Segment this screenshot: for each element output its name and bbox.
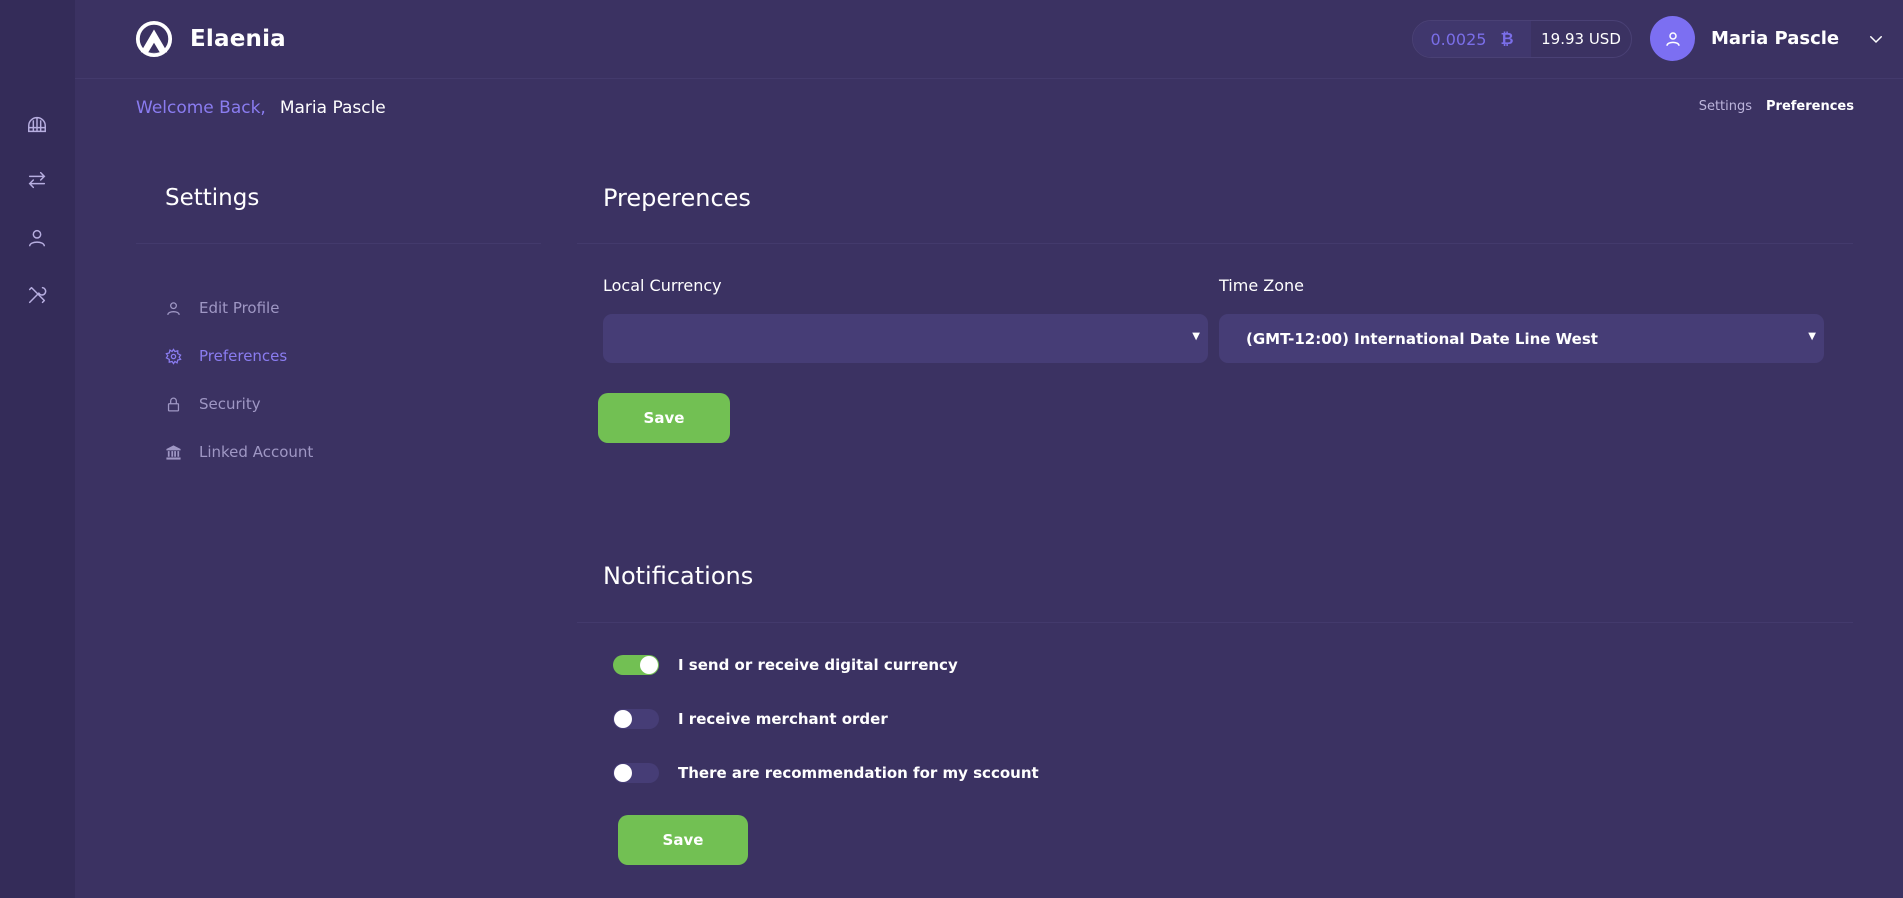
btc-balance: 0.0025 ₿: [1413, 21, 1531, 57]
breadcrumb-settings[interactable]: Settings: [1699, 99, 1752, 114]
caret-down-icon: ▼: [1192, 331, 1200, 342]
local-currency-select[interactable]: ▼: [603, 314, 1208, 363]
preferences-save-button[interactable]: Save: [598, 393, 730, 443]
notifications-save-button[interactable]: Save: [618, 815, 748, 865]
bitcoin-icon: ₿: [1500, 29, 1514, 48]
settings-title: Settings: [165, 185, 260, 211]
time-zone-value: (GMT-12:00) International Date Line West: [1246, 329, 1598, 348]
breadcrumb: Settings Preferences: [1699, 99, 1854, 114]
breadcrumb-preferences: Preferences: [1766, 99, 1854, 114]
notification-row: I receive merchant order: [613, 709, 888, 729]
brand[interactable]: Elaenia: [135, 20, 286, 58]
welcome-label: Welcome Back,: [136, 98, 266, 118]
avatar: [1650, 16, 1695, 61]
menu-item-label: Linked Account: [199, 443, 314, 461]
dashboard-icon[interactable]: [23, 110, 51, 138]
usd-balance: 19.93 USD: [1541, 30, 1621, 48]
notification-row: I send or receive digital currency: [613, 655, 958, 675]
user-name: Maria Pascle: [1711, 28, 1840, 49]
notifications-title: Notifications: [603, 562, 754, 590]
bank-icon: [166, 444, 181, 460]
time-zone-select[interactable]: (GMT-12:00) International Date Line West…: [1219, 314, 1824, 363]
menu-item-label: Preferences: [199, 347, 288, 365]
divider: [577, 243, 1853, 244]
tools-icon[interactable]: [23, 281, 51, 309]
chevron-down-icon[interactable]: [1867, 30, 1885, 48]
settings-menu: Edit Profile Preferences Security Linked…: [165, 284, 313, 476]
menu-item-label: Security: [199, 395, 261, 413]
wallet-balance[interactable]: 0.0025 ₿ 19.93 USD: [1412, 20, 1632, 58]
user-menu[interactable]: Maria Pascle: [1650, 16, 1885, 61]
lock-icon: [167, 397, 180, 412]
menu-item-label: Edit Profile: [199, 299, 280, 317]
notification-toggle[interactable]: [613, 763, 659, 783]
notification-toggle[interactable]: [613, 709, 659, 729]
preferences-title: Preperences: [603, 184, 751, 212]
menu-item-linked-account[interactable]: Linked Account: [165, 428, 313, 476]
brand-logo-icon: [135, 20, 173, 58]
user-icon: [167, 301, 180, 315]
notification-label: I receive merchant order: [678, 710, 888, 728]
gear-icon: [165, 347, 182, 365]
brand-name: Elaenia: [190, 26, 286, 52]
notification-label: I send or receive digital currency: [678, 656, 958, 674]
toggle-knob: [614, 764, 632, 782]
icon-rail: [0, 0, 75, 898]
menu-item-security[interactable]: Security: [165, 380, 313, 428]
avatar-user-icon: [1665, 31, 1680, 46]
divider: [136, 243, 541, 244]
divider: [577, 622, 1853, 623]
menu-item-edit-profile[interactable]: Edit Profile: [165, 284, 313, 332]
toggle-knob: [614, 710, 632, 728]
welcome-message: Welcome Back, Maria Pascle: [136, 98, 386, 118]
user-icon[interactable]: [23, 224, 51, 252]
caret-down-icon: ▼: [1808, 331, 1816, 342]
toggle-knob: [640, 656, 658, 674]
time-zone-label: Time Zone: [1219, 276, 1304, 295]
top-bar: Elaenia 0.0025 ₿ 19.93 USD Maria Pascle: [75, 0, 1903, 79]
local-currency-label: Local Currency: [603, 276, 722, 295]
notification-row: There are recommendation for my sccount: [613, 763, 1039, 783]
btc-amount: 0.0025: [1430, 29, 1487, 49]
welcome-name: Maria Pascle: [279, 98, 386, 118]
menu-item-preferences[interactable]: Preferences: [165, 332, 313, 380]
notification-label: There are recommendation for my sccount: [678, 764, 1039, 782]
transfer-icon[interactable]: [23, 166, 51, 194]
notification-toggle[interactable]: [613, 655, 659, 675]
